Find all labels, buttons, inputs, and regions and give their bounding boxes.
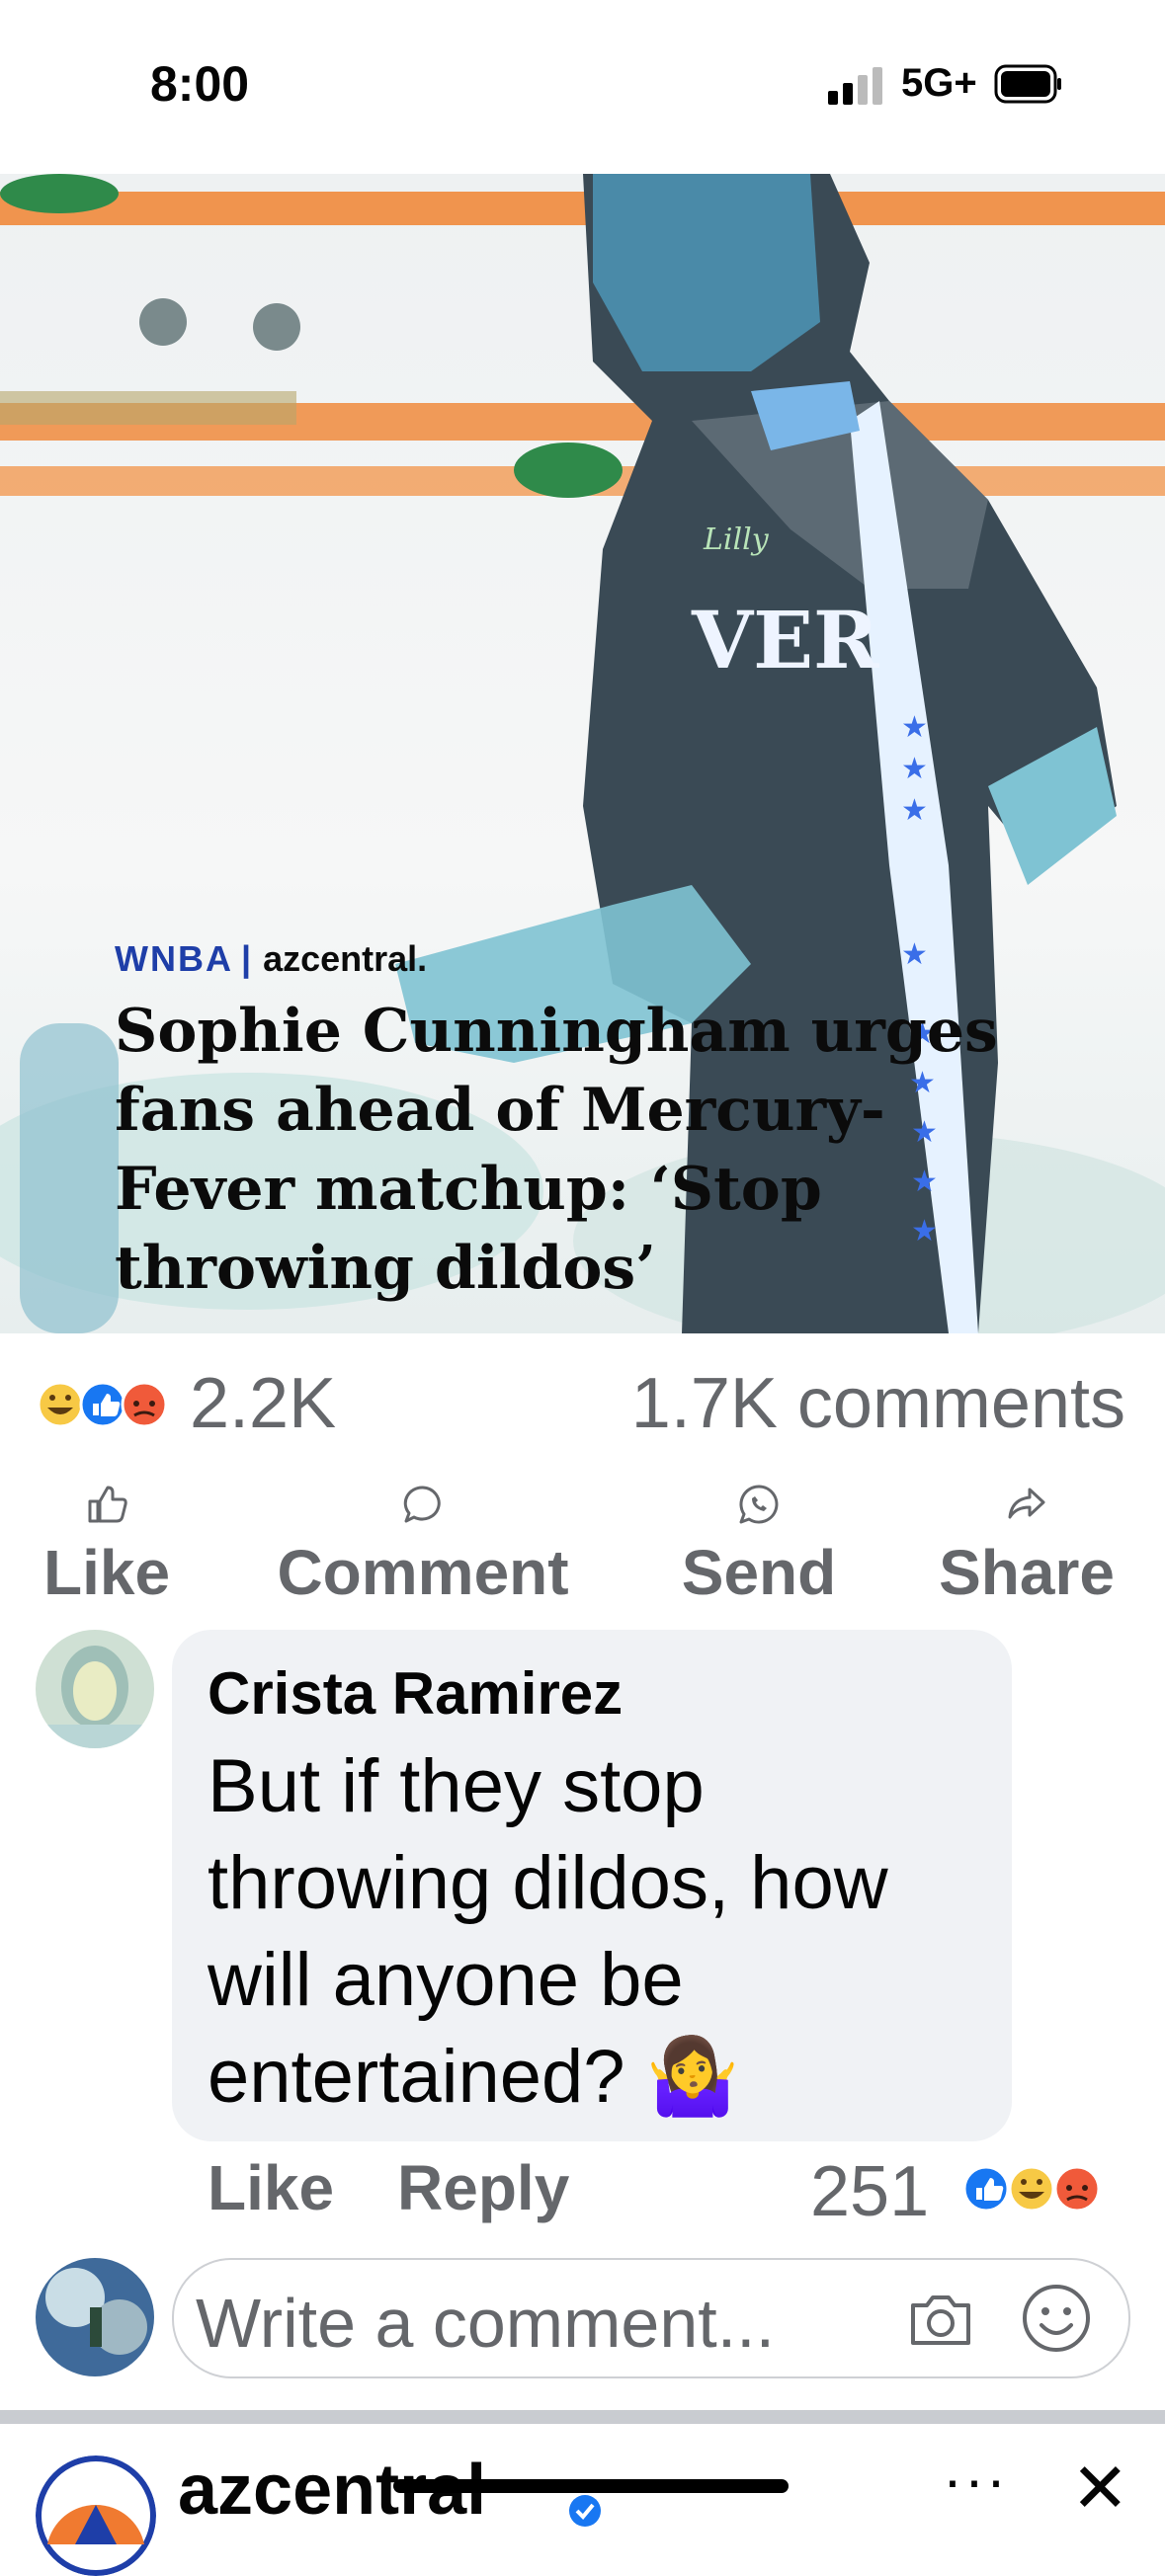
article-link-preview[interactable]: VER Lilly ★ ★ ★ ★ ★ ★ ★ ★ ★ WNBA | azcentr… (0, 174, 1165, 1333)
comment-label: Comment (277, 1537, 569, 1608)
like-label: Like (42, 1537, 171, 1608)
share-label: Share (939, 1537, 1115, 1608)
send-label: Send (681, 1537, 837, 1608)
article-category: WNBA (115, 938, 233, 979)
article-publisher: azcentral. (263, 938, 428, 979)
reactions-count[interactable]: 2.2K (190, 1363, 336, 1444)
source-separator: | (240, 938, 254, 979)
azcentral-logo-icon (36, 2455, 156, 2576)
more-options-icon[interactable]: ··· (943, 2446, 1008, 2514)
svg-text:★: ★ (901, 938, 928, 971)
camera-icon[interactable] (905, 2284, 976, 2355)
whatsapp-icon (739, 1485, 779, 1524)
article-headline: Sophie Cunningham urges fans ahead of Me… (115, 997, 998, 1303)
jersey-brand: Lilly (703, 523, 770, 557)
svg-text:★: ★ (901, 794, 928, 827)
comment-composer[interactable] (172, 2258, 1130, 2378)
svg-text:★: ★ (901, 753, 928, 785)
user-avatar (36, 2258, 154, 2376)
comment-button[interactable]: Comment (255, 1482, 591, 1609)
article-source: WNBA | azcentral. (115, 938, 427, 980)
share-arrow-icon (1008, 1488, 1045, 1519)
comment-bubble-icon (403, 1486, 441, 1523)
close-icon[interactable]: ✕ (1071, 2448, 1129, 2529)
svg-text:★: ★ (901, 711, 928, 744)
comment-reply-button[interactable]: Reply (397, 2151, 569, 2224)
post-reaction-icons[interactable] (36, 1380, 184, 1429)
commenter-avatar[interactable] (36, 1630, 154, 1748)
comment-text: But if they stop throwing dildos, how wi… (208, 1744, 888, 2119)
share-button[interactable]: Share (923, 1482, 1130, 1609)
comment-input[interactable] (196, 2274, 887, 2373)
azcentral-logo[interactable] (36, 2455, 156, 2576)
comment-reaction-icons[interactable] (960, 2163, 1109, 2214)
jersey-lettering: VER (691, 594, 879, 686)
verified-badge-icon (569, 2495, 601, 2527)
post-divider (0, 2410, 1165, 2424)
status-bar: 8:00 5G+ (0, 0, 1165, 174)
comment-like-button[interactable]: Like (208, 2151, 334, 2224)
comments-count[interactable]: 1.7K comments (631, 1363, 1125, 1444)
home-indicator (393, 2479, 789, 2493)
commenter-name[interactable]: Crista Ramirez (208, 1659, 623, 1728)
user-photo (36, 2258, 154, 2376)
emoji-icon[interactable] (1020, 2282, 1093, 2355)
status-time: 8:00 (150, 56, 250, 112)
signal-icon (828, 67, 882, 105)
network-label: 5G+ (901, 61, 977, 105)
battery-icon (994, 64, 1061, 104)
commenter-photo (36, 1630, 154, 1748)
comment-reaction-count[interactable]: 251 (810, 2151, 929, 2232)
thumbs-up-icon (88, 1486, 127, 1523)
like-button[interactable]: Like (36, 1482, 178, 1609)
send-button[interactable]: Send (670, 1482, 848, 1609)
